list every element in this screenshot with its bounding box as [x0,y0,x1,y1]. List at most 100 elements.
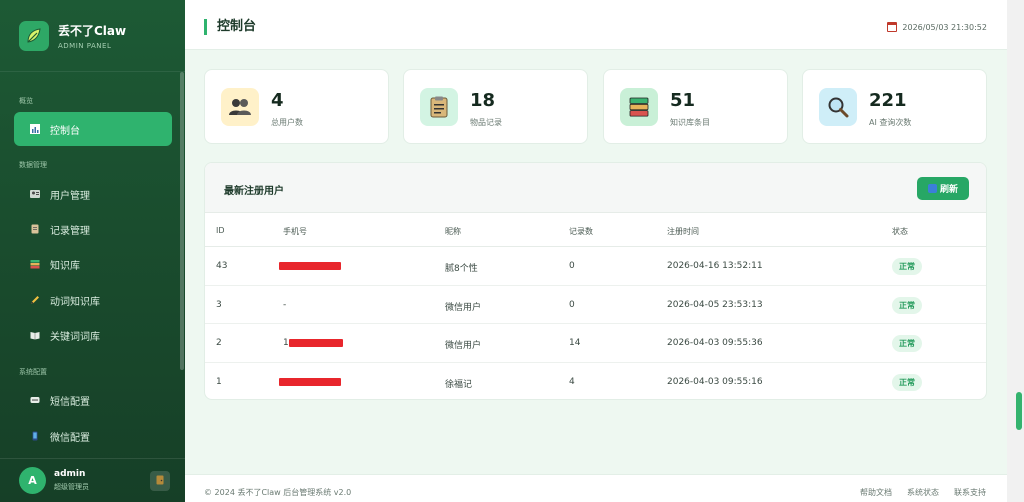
column-header-records: 记录数 [569,227,593,236]
cell-nickname: 徐福记 [445,379,473,390]
leaf-logo-icon [19,20,49,51]
book-icon [30,330,40,340]
sidebar-item-records[interactable]: 记录管理 [14,212,172,246]
stat-value: 221 [869,90,907,111]
door-icon [156,475,164,488]
table-row[interactable]: 3 - 微信用户 0 2026-04-05 23:53:13 正常 [205,286,986,324]
cell-records: 14 [569,338,581,348]
pencil-icon [30,295,40,305]
stat-value: 18 [470,90,496,111]
header: 控制台 2026/05/03 21:30:52 [185,0,1007,50]
brand-subtitle: ADMIN PANEL [58,41,112,50]
sidebar-item-label: 用户管理 [50,190,90,202]
footer-link-support[interactable]: 联系支持 [954,487,986,498]
sidebar-item-users[interactable]: 用户管理 [14,177,172,211]
stat-card-users: 4 总用户数 [204,69,389,144]
calendar-icon [887,22,898,32]
magnifier-icon [819,88,857,126]
footer-link-status[interactable]: 系统状态 [907,487,939,498]
column-header-id: ID [216,226,225,235]
sidebar: 丢不了Claw ADMIN PANEL 概览 控制台 数据管理 用户管理 记录管… [0,0,185,502]
footer-link-help[interactable]: 帮助文档 [860,487,892,498]
header-datetime: 2026/05/03 21:30:52 [887,22,987,32]
column-header-nickname: 昵称 [445,227,461,236]
cell-time: 2026-04-05 23:53:13 [667,299,763,310]
redacted-phone [289,339,343,347]
sidebar-item-label: 知识库 [50,260,80,272]
sidebar-item-verb-knowledge[interactable]: 动词知识库 [14,283,172,317]
sidebar-item-wechat[interactable]: 微信配置 [14,419,172,453]
table-row[interactable]: 2 1 微信用户 14 2026-04-03 09:55:36 正常 [205,324,986,363]
sidebar-item-label: 微信配置 [50,432,90,444]
users-icon [221,88,259,126]
clipboard-icon [420,88,458,126]
stat-label: AI 查询次数 [869,118,912,127]
cell-records: 4 [569,376,575,387]
sidebar-item-label: 动词知识库 [50,296,100,308]
books-icon [30,259,40,269]
sms-icon [30,395,40,405]
recent-users-card: 最新注册用户 刷新 ID 手机号 昵称 记录数 注册时间 状态 43 腻8个性 … [204,162,987,400]
cell-records: 0 [569,261,575,271]
cell-time: 2026-04-03 09:55:16 [667,376,763,387]
table-header: ID 手机号 昵称 记录数 注册时间 状态 [205,213,986,247]
table-title: 最新注册用户 [224,186,284,197]
cell-phone: - [283,299,287,310]
refresh-icon [927,184,937,193]
sidebar-item-knowledge[interactable]: 知识库 [14,247,172,281]
nav-section-data: 数据管理 [19,161,47,169]
table-row[interactable]: 1 徐福记 4 2026-04-03 09:55:16 正常 [205,363,986,400]
cell-nickname: 微信用户 [445,341,482,351]
sidebar-item-dashboard[interactable]: 控制台 [14,112,172,146]
stat-card-records: 18 物品记录 [403,69,588,144]
stat-value: 4 [271,90,284,111]
cell-nickname: 腻8个性 [445,264,478,274]
cell-time: 2026-04-03 09:55:36 [667,338,763,348]
redacted-phone [279,377,341,386]
refresh-button[interactable]: 刷新 [917,177,969,200]
sidebar-item-keywords[interactable]: 关键词词库 [14,318,172,352]
sidebar-item-label: 关键词词库 [50,331,100,343]
column-header-status: 状态 [892,227,908,236]
table-row[interactable]: 43 腻8个性 0 2026-04-16 13:52:11 正常 [205,247,986,286]
footer: © 2024 丢不了Claw 后台管理系统 v2.0 帮助文档 系统状态 联系支… [185,474,1007,502]
nav-section-overview: 概览 [19,97,33,105]
stat-label: 物品记录 [470,118,502,127]
datetime-text: 2026/05/03 21:30:52 [902,22,987,32]
redacted-phone [279,262,341,270]
books-icon [620,88,658,126]
sidebar-item-label: 记录管理 [50,225,90,237]
page-title: 控制台 [204,19,256,35]
column-header-time: 注册时间 [667,227,699,236]
sidebar-scrollbar[interactable] [180,72,184,370]
cell-id: 43 [216,261,228,271]
chart-icon [30,124,40,134]
brand[interactable]: 丢不了Claw ADMIN PANEL [0,0,185,72]
nav-section-system: 系统配置 [19,368,47,376]
cell-time: 2026-04-16 13:52:11 [667,261,763,271]
logout-button[interactable] [150,471,170,491]
cell-nickname: 微信用户 [445,302,482,313]
clipboard-icon [30,224,40,234]
cell-phone: 1 [283,338,289,348]
status-badge: 正常 [892,373,922,391]
refresh-label: 刷新 [939,185,958,195]
user-name: admin [54,469,86,479]
stat-card-knowledge: 51 知识库条目 [603,69,788,144]
avatar[interactable]: A [19,467,46,494]
stat-label: 总用户数 [271,118,303,127]
cell-id: 1 [216,376,222,387]
cell-id: 2 [216,338,222,348]
sidebar-item-sms[interactable]: 短信配置 [14,383,172,417]
brand-title: 丢不了Claw [58,23,127,38]
sidebar-item-label: 短信配置 [50,396,90,408]
sidebar-item-label: 控制台 [50,125,80,137]
sidebar-user: A admin 超级管理员 [0,458,185,502]
cell-records: 0 [569,299,575,310]
stat-card-ai-queries: 221 AI 查询次数 [802,69,987,144]
users-icon [30,189,40,199]
stat-value: 51 [670,90,696,111]
page-scrollbar-thumb[interactable] [1016,392,1022,430]
status-badge: 正常 [892,335,922,352]
user-role: 超级管理员 [54,483,89,491]
